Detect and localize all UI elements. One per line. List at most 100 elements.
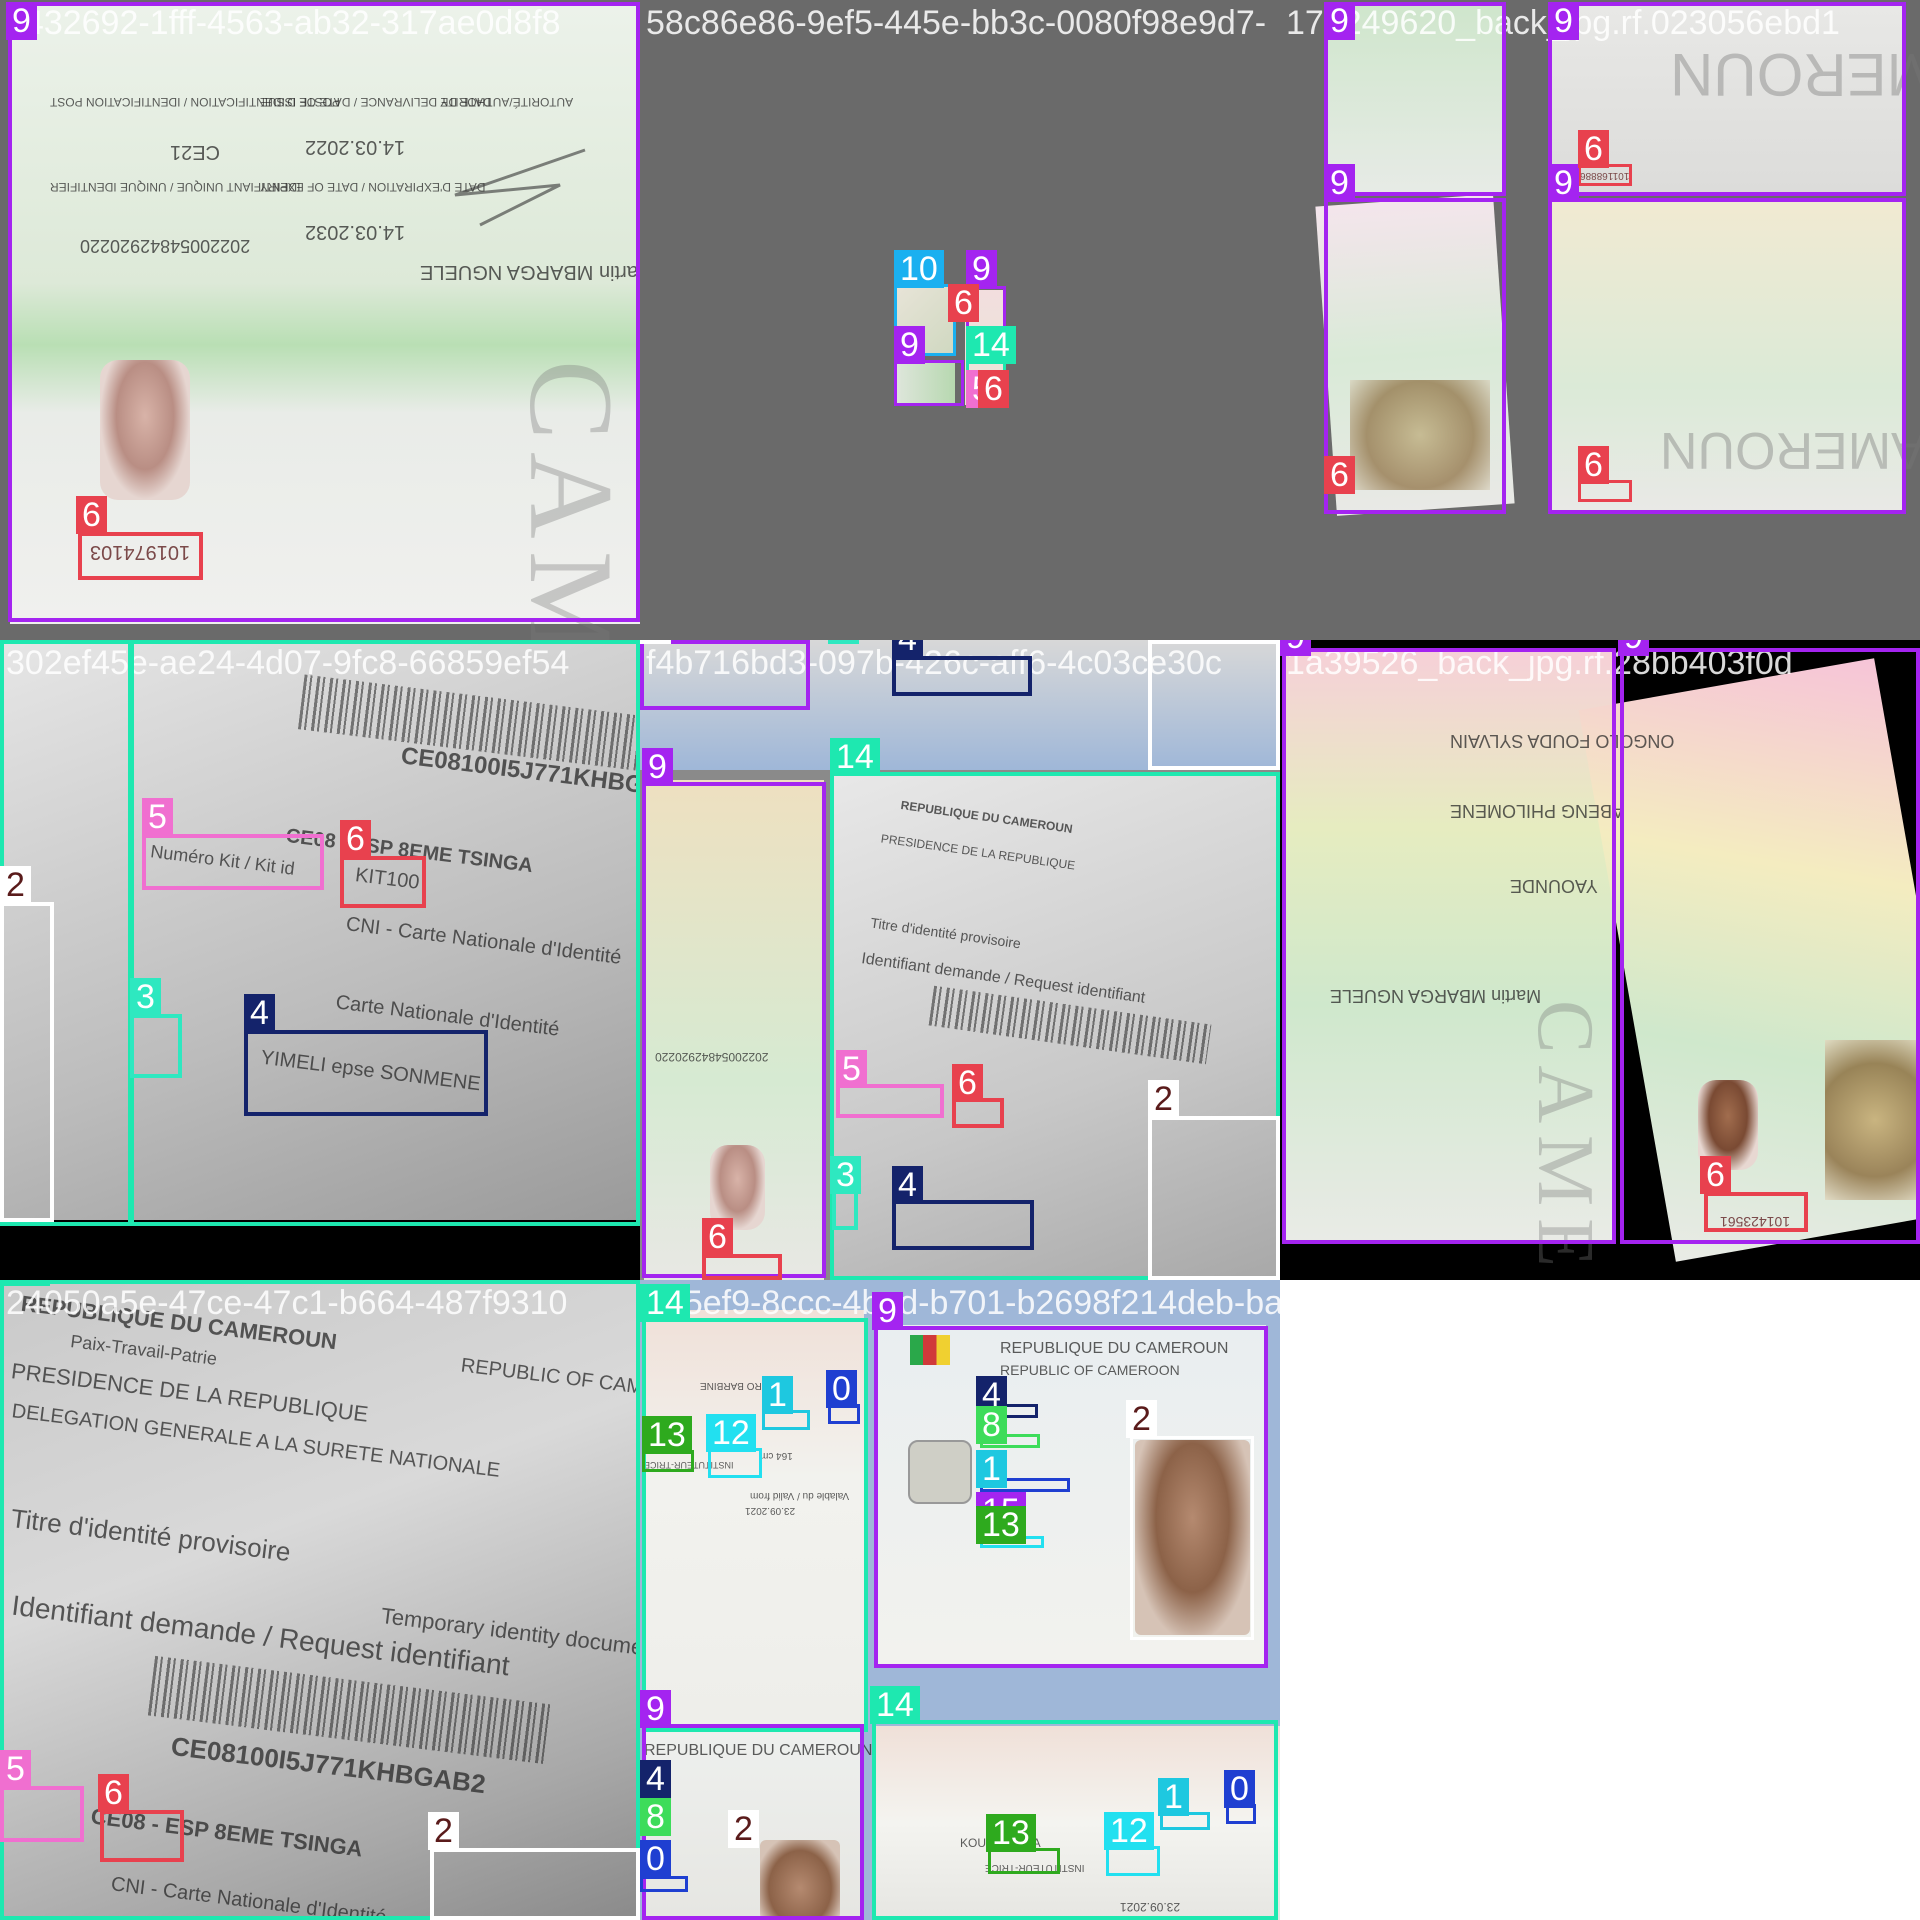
- label-14: 14: [966, 326, 1016, 364]
- label-2: 2: [1148, 1080, 1179, 1118]
- bbox-class-5: [836, 1084, 944, 1118]
- label-6: 6: [1324, 456, 1355, 494]
- label-13: 13: [642, 1416, 692, 1454]
- bbox-class-2: [430, 1848, 640, 1920]
- bbox-class-9: [1620, 648, 1920, 1244]
- bbox-class-4: [892, 1200, 1034, 1250]
- label-9: 9: [1548, 2, 1579, 40]
- label-6: 6: [98, 1774, 129, 1812]
- label-5: 5: [0, 1750, 31, 1788]
- label-4: 4: [892, 640, 923, 658]
- label-5: 5: [836, 1050, 867, 1088]
- bbox-class-0: [640, 1876, 688, 1892]
- bbox-class-14: [872, 1720, 1278, 1920]
- bbox-class-2: [1148, 640, 1280, 770]
- label-2: 2: [1126, 1400, 1157, 1438]
- label-14: 14: [0, 640, 50, 644]
- bbox-class-4: [892, 656, 1032, 696]
- label-9: 9: [1324, 2, 1355, 40]
- tile-1: AUTORITÉ/AUTHORITY DATE DE DELIVRANCE / …: [0, 0, 640, 640]
- label-10: 10: [894, 250, 944, 288]
- label-3: 3: [830, 1156, 861, 1194]
- label-4: 4: [244, 994, 275, 1032]
- label-9: 9: [1280, 640, 1311, 656]
- label-3: 3: [828, 640, 859, 644]
- label-1: 1: [976, 1450, 1007, 1488]
- label-6: 6: [978, 370, 1009, 408]
- bbox-class-6: [100, 1810, 184, 1862]
- label-0: 0: [1224, 1770, 1255, 1808]
- label-8: 8: [976, 1406, 1007, 1444]
- bbox-class-6: [340, 856, 426, 908]
- bbox-class-12: [1106, 1846, 1160, 1876]
- label-4: 4: [892, 1166, 923, 1204]
- label-9: 9: [966, 250, 997, 288]
- bbox-class-9: [894, 360, 964, 406]
- tile-6: ONGOLO FOUDA SYLVAIN ABENG PHILOMENE YAO…: [1280, 640, 1920, 1280]
- label-13: 13: [986, 1814, 1036, 1852]
- bbox-class-2: [1148, 1116, 1280, 1280]
- label-12: 12: [706, 1414, 756, 1452]
- tile-4: CE08100I5J771KHBGAB2 Numéro Kit / Kit id…: [0, 640, 640, 1280]
- label-6: 6: [1700, 1156, 1731, 1194]
- label-2: 2: [1148, 640, 1179, 644]
- label-9: 9: [1618, 640, 1649, 656]
- label-2: 2: [0, 866, 31, 904]
- label-2: 2: [728, 1810, 759, 1848]
- label-8: 8: [640, 1798, 671, 1836]
- label-6: 6: [952, 1064, 983, 1102]
- bbox-class-6: [702, 1254, 782, 1280]
- tile-5: 20220054842920220 REPUBLIQUE DU CAMEROUN…: [640, 640, 1280, 1280]
- bbox-class-2: [0, 902, 54, 1222]
- label-2: 2: [428, 1812, 459, 1850]
- bbox-class-12: [708, 1448, 762, 1478]
- label-1: 1: [1158, 1778, 1189, 1816]
- bbox-class-9: [1282, 648, 1616, 1244]
- tile-3: CAMEROUN 101168886 CAMEROUN 9 9 9 9 6 6 …: [1280, 0, 1920, 640]
- tile-8: ORO BARBINE 164 cm INSTITUTEUR-TRICE Val…: [640, 1280, 1280, 1920]
- tile-filename: 105ef9-8ccc-4bad-b701-b2698f214deb-bac: [646, 1284, 1280, 1322]
- label-9: 9: [872, 1292, 903, 1330]
- bbox-class-14: [0, 1280, 640, 1920]
- label-6: 6: [702, 1218, 733, 1256]
- label-2: 2: [640, 640, 671, 644]
- bbox-class-3: [130, 1014, 182, 1078]
- label-9: 9: [642, 748, 673, 786]
- label-13: 13: [976, 1506, 1026, 1544]
- label-9: 9: [1324, 164, 1355, 202]
- tile-2: 10 9 6 9 14 5 6 58c86e86-9ef5-445e-bb3c-…: [640, 0, 1280, 640]
- label-6: 6: [948, 284, 979, 322]
- label-14: 14: [830, 738, 880, 776]
- label-3: 3: [130, 978, 161, 1016]
- label-9: 9: [640, 1690, 671, 1728]
- label-9: 9: [6, 2, 37, 40]
- label-1: 1: [762, 1376, 793, 1414]
- bbox-class-4: [244, 1030, 488, 1116]
- bbox-class-6: [78, 532, 203, 580]
- bbox-class-5: [142, 834, 324, 890]
- label-14: 14: [0, 1280, 50, 1286]
- label-9: 9: [894, 326, 925, 364]
- label-6: 6: [340, 820, 371, 858]
- bbox-class-2: [640, 640, 810, 710]
- bbox-class-9: [642, 782, 826, 1278]
- tile-filename: 58c86e86-9ef5-445e-bb3c-0080f98e9d7-: [646, 4, 1267, 42]
- label-4: 4: [640, 1760, 671, 1798]
- bbox-class-2: [1130, 1436, 1254, 1640]
- label-0: 0: [640, 1840, 671, 1878]
- label-0: 0: [826, 1370, 857, 1408]
- label-14: 14: [640, 1284, 690, 1322]
- label-6: 6: [1578, 446, 1609, 484]
- bbox-class-5: [0, 1786, 84, 1842]
- label-6: 6: [1578, 130, 1609, 168]
- tile-7: REPUBLIQUE DU CAMEROUN Paix-Travail-Patr…: [0, 1280, 640, 1920]
- label-14: 14: [870, 1686, 920, 1724]
- bbox-class-6: [1704, 1192, 1808, 1232]
- bbox-class-6: [952, 1098, 1004, 1128]
- label-6: 6: [76, 496, 107, 534]
- tile-9-empty: [1280, 1280, 1920, 1920]
- bbox-class-14: [130, 640, 640, 1226]
- label-5: 5: [142, 798, 173, 836]
- bbox-class-3: [832, 1190, 858, 1230]
- label-12: 12: [1104, 1812, 1154, 1850]
